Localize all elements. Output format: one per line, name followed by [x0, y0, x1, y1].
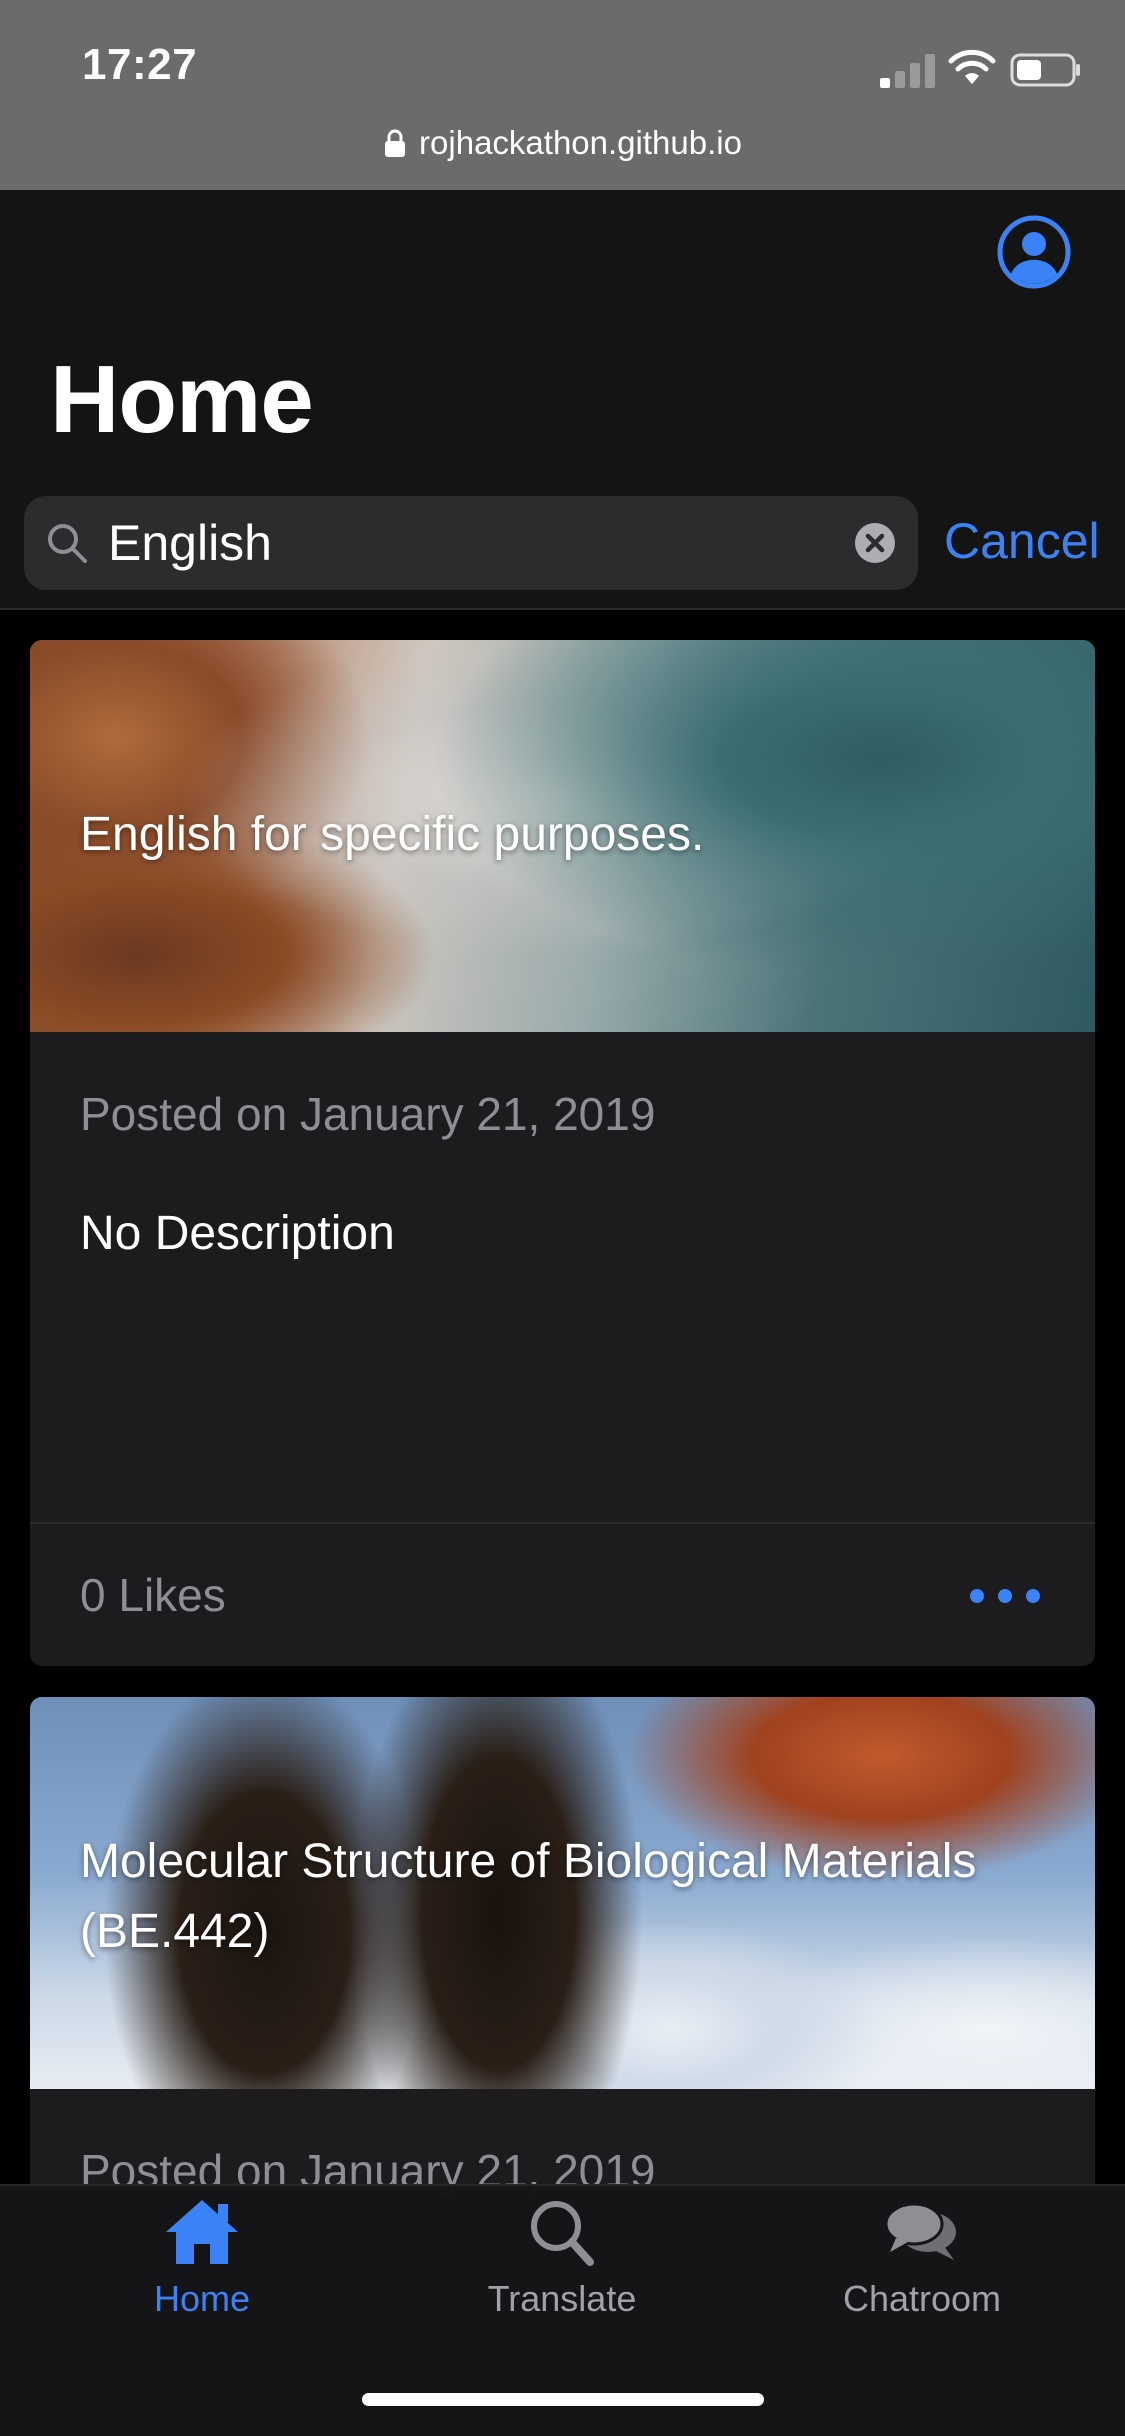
- chat-bubbles-icon: [884, 2202, 956, 2260]
- address-bar[interactable]: rojhackathon.github.io: [0, 118, 1125, 168]
- clear-search-icon[interactable]: [854, 522, 896, 564]
- card-likes: 0 Likes: [80, 1569, 226, 1621]
- header-divider: [0, 608, 1125, 610]
- tab-label: Translate: [487, 2278, 637, 2319]
- card-description: No Description: [80, 1207, 395, 1260]
- search-icon: [531, 2201, 594, 2266]
- card-divider: [30, 1522, 1095, 1524]
- screen: 17:27 rojhackathon.github.io Home Englis…: [0, 0, 1125, 2436]
- tab-chatroom[interactable]: Chatroom: [802, 2196, 1042, 2336]
- wifi-icon: [948, 49, 996, 84]
- tab-label: Chatroom: [842, 2278, 1002, 2319]
- card-cover-image: English for specific purposes.: [30, 640, 1095, 1032]
- card-cover-image: Molecular Structure of Biological Materi…: [30, 1697, 1095, 2089]
- search-field[interactable]: [24, 496, 918, 590]
- post-card[interactable]: English for specific purposes. Posted on…: [30, 640, 1095, 1666]
- card-title: English for specific purposes.: [80, 808, 705, 861]
- cancel-button[interactable]: Cancel: [944, 512, 1100, 570]
- card-title: Molecular Structure of Biological Materi…: [80, 1835, 977, 1958]
- url-text: rojhackathon.github.io: [419, 124, 742, 161]
- home-icon: [166, 2200, 238, 2264]
- tab-home[interactable]: Home: [82, 2196, 322, 2336]
- search-input[interactable]: [108, 506, 848, 580]
- tab-label: Home: [153, 2278, 251, 2319]
- browser-status-bar: 17:27 rojhackathon.github.io: [0, 0, 1125, 190]
- ellipsis-icon: [970, 1589, 1040, 1603]
- tab-translate[interactable]: Translate: [442, 2196, 682, 2336]
- cellular-signal-icon: [880, 54, 935, 88]
- more-options-button[interactable]: [965, 1578, 1045, 1614]
- battery-icon: [1010, 53, 1080, 87]
- card-posted-date: Posted on January 21, 2019: [80, 1088, 656, 1140]
- account-icon[interactable]: [996, 214, 1072, 290]
- lock-icon: [385, 129, 406, 157]
- page-title: Home: [50, 346, 314, 453]
- search-icon: [48, 524, 87, 563]
- status-time: 17:27: [82, 40, 198, 89]
- home-indicator[interactable]: [362, 2393, 764, 2406]
